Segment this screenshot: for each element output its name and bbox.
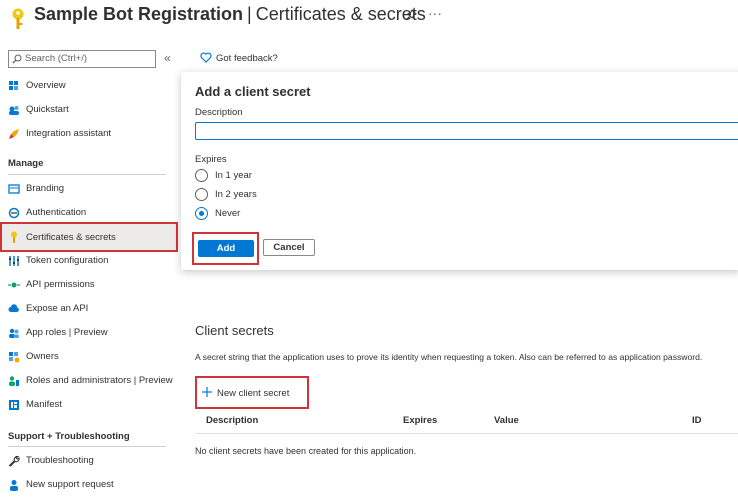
add-button-highlight: Add — [192, 232, 259, 265]
client-secrets-heading: Client secrets — [195, 323, 274, 338]
panel-title: Add a client secret — [195, 84, 311, 99]
owners-icon — [9, 352, 20, 363]
page-title: Sample Bot Registration | Certificates & s… — [34, 4, 426, 25]
collapse-sidebar-icon[interactable]: « — [164, 51, 171, 65]
cloud-icon — [8, 304, 19, 312]
rocket-icon — [9, 129, 19, 139]
empty-table-message: No client secrets have been created for … — [195, 446, 417, 456]
sidebar-item-manifest[interactable]: Manifest — [0, 393, 178, 417]
search-input[interactable]: Search (Ctrl+/) — [8, 50, 156, 68]
authentication-icon — [8, 207, 20, 219]
search-placeholder: Search (Ctrl+/) — [25, 53, 88, 64]
sidebar-item-app-roles[interactable]: App roles | Preview — [0, 321, 178, 345]
sidebar-item-owners[interactable]: Owners — [0, 345, 178, 369]
column-header-description[interactable]: Description — [206, 415, 258, 426]
column-header-expires[interactable]: Expires — [403, 415, 437, 426]
support-heading: Support + Troubleshooting — [8, 431, 130, 442]
branding-icon — [8, 184, 20, 194]
wrench-icon — [8, 455, 20, 467]
expires-option-1-year[interactable]: In 1 year — [195, 168, 295, 184]
radio-circle-selected[interactable] — [195, 207, 208, 220]
sidebar-item-token-configuration[interactable]: Token configuration — [0, 249, 178, 273]
sidebar-item-certificates-secrets[interactable]: Certificates & secrets — [0, 222, 178, 252]
radio-circle[interactable] — [195, 169, 208, 182]
new-client-secret-highlight: New client secret — [195, 376, 309, 409]
sidebar-item-new-support-request[interactable]: New support request — [0, 473, 178, 497]
manage-heading: Manage — [8, 158, 44, 169]
table-header-divider — [195, 433, 738, 434]
manage-divider — [8, 174, 166, 175]
support-person-icon — [10, 480, 18, 491]
api-permissions-icon — [8, 282, 20, 288]
app-roles-icon — [9, 328, 19, 338]
title-separator: | — [247, 4, 252, 24]
description-label: Description — [195, 107, 243, 118]
roles-admin-icon — [9, 376, 19, 386]
pin-icon[interactable] — [405, 9, 417, 21]
expires-label: Expires — [195, 154, 227, 165]
description-input[interactable] — [195, 122, 738, 140]
new-client-secret-button[interactable]: New client secret — [202, 387, 289, 399]
sidebar-item-integration-assistant[interactable]: Integration assistant — [0, 122, 178, 146]
sidebar-item-quickstart[interactable]: Quickstart — [0, 98, 178, 122]
key-icon — [12, 8, 24, 29]
search-icon — [12, 54, 22, 64]
feedback-label: Got feedback? — [216, 53, 278, 64]
cancel-button[interactable]: Cancel — [263, 239, 315, 256]
heart-icon — [200, 52, 212, 63]
plus-icon — [202, 387, 212, 397]
feedback-link[interactable]: Got feedback? — [200, 52, 278, 64]
add-client-secret-panel: Add a client secret Description Expires … — [181, 72, 738, 270]
manifest-icon — [9, 400, 19, 410]
page-name: Certificates & secrets — [255, 4, 426, 24]
new-client-secret-label: New client secret — [217, 388, 290, 399]
add-button[interactable]: Add — [198, 240, 254, 257]
token-icon — [9, 256, 19, 266]
sidebar-item-overview[interactable]: Overview — [0, 74, 178, 98]
sidebar-item-branding[interactable]: Branding — [0, 177, 178, 201]
sidebar-item-roles-administrators[interactable]: Roles and administrators | Preview — [0, 369, 178, 393]
expires-option-2-years[interactable]: In 2 years — [195, 187, 295, 203]
column-header-id[interactable]: ID — [692, 415, 702, 426]
grid-icon — [9, 81, 18, 90]
sidebar: Search (Ctrl+/) « Overview Quickstart In… — [0, 44, 182, 497]
expires-option-never[interactable]: Never — [195, 206, 295, 222]
key-icon — [11, 231, 17, 243]
support-divider — [8, 446, 166, 447]
column-header-value[interactable]: Value — [494, 415, 519, 426]
client-secrets-description: A secret string that the application use… — [195, 352, 703, 362]
page-header: Sample Bot Registration | Certificates & s… — [0, 0, 738, 36]
cloud-people-icon — [9, 106, 19, 115]
radio-circle[interactable] — [195, 188, 208, 201]
sidebar-item-expose-api[interactable]: Expose an API — [0, 297, 178, 321]
more-icon[interactable]: ··· — [428, 5, 442, 21]
sidebar-item-api-permissions[interactable]: API permissions — [0, 273, 178, 297]
sidebar-item-troubleshooting[interactable]: Troubleshooting — [0, 449, 178, 473]
app-name: Sample Bot Registration — [34, 4, 244, 24]
